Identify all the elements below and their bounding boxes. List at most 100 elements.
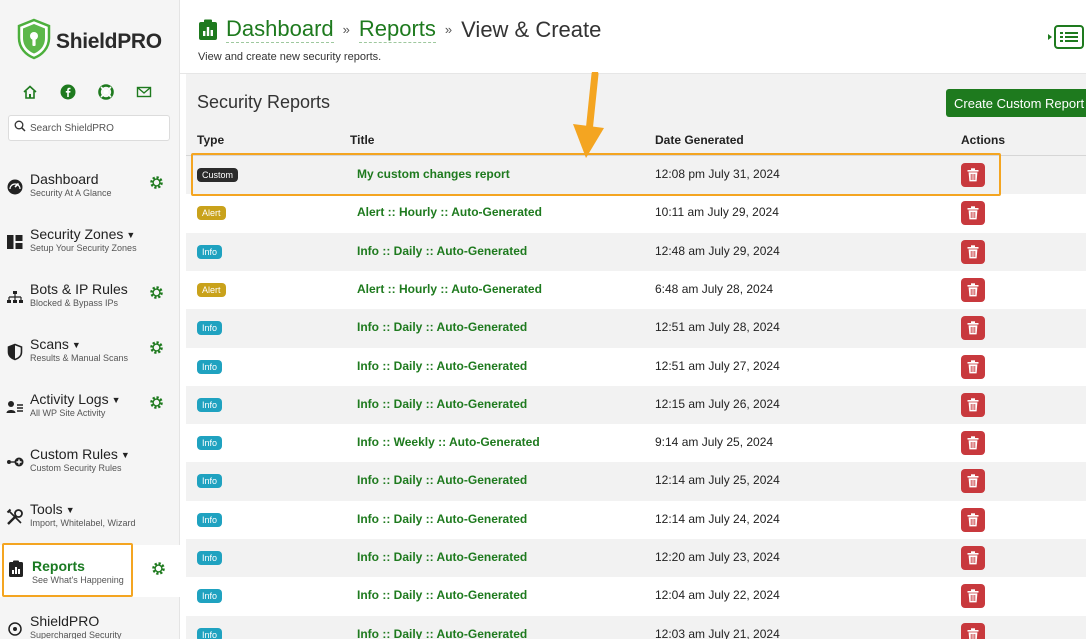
- caret-down-icon: ▼: [65, 505, 75, 515]
- delete-report-button[interactable]: [961, 277, 985, 302]
- nav-item-activity-logs[interactable]: Activity Logs ▼ All WP Site Activity: [0, 391, 180, 441]
- delete-report-button[interactable]: [961, 507, 985, 532]
- report-type-badge: Info: [197, 627, 223, 639]
- report-type-badge: Info: [197, 244, 223, 259]
- gear-icon[interactable]: [150, 560, 167, 577]
- delete-report-button[interactable]: [961, 469, 985, 494]
- delete-report-button[interactable]: [961, 201, 985, 226]
- trash-icon: [967, 589, 979, 603]
- report-title-link[interactable]: Info :: Daily :: Auto-Generated: [357, 359, 527, 373]
- gear-icon[interactable]: [148, 339, 165, 356]
- nav-item-security-zones[interactable]: Security Zones ▼ Setup Your Security Zone…: [0, 226, 180, 276]
- nav-label: Bots & IP Rules: [30, 281, 128, 297]
- trash-icon: [967, 474, 979, 488]
- page-subtitle: View and create new security reports.: [198, 51, 382, 63]
- nav-subtitle: Results & Manual Scans: [30, 353, 129, 363]
- nav-subtitle: All WP Site Activity: [30, 408, 106, 418]
- nav-item-scans[interactable]: Scans ▼ Results & Manual Scans: [0, 336, 180, 386]
- shield-pro-icon: [6, 620, 24, 638]
- facebook-icon[interactable]: [60, 84, 76, 100]
- column-header-actions: Actions: [961, 133, 1006, 147]
- report-title-link[interactable]: Info :: Daily :: Auto-Generated: [357, 320, 527, 334]
- gear-icon[interactable]: [148, 394, 165, 411]
- gear-icon[interactable]: [148, 174, 165, 191]
- delete-report-button[interactable]: [961, 316, 985, 341]
- trash-icon: [967, 436, 979, 450]
- breadcrumb-separator: »: [342, 22, 350, 37]
- report-title-link[interactable]: Alert :: Hourly :: Auto-Generated: [357, 282, 542, 296]
- menu-toggle-icon[interactable]: [1046, 24, 1086, 50]
- report-type-badge: Alert: [197, 282, 226, 297]
- home-icon[interactable]: [22, 84, 38, 100]
- table-row: Info Info :: Daily :: Auto-Generated 12:51…: [186, 347, 1086, 386]
- nav-subtitle: Custom Security Rules: [30, 463, 122, 473]
- report-type-badge: Info: [197, 512, 223, 527]
- delete-report-button[interactable]: [961, 431, 985, 456]
- search-box[interactable]: [8, 115, 170, 141]
- nav-item-custom-rules[interactable]: Custom Rules ▼ Custom Security Rules: [0, 446, 180, 496]
- caret-down-icon: ▼: [126, 230, 136, 240]
- delete-report-button[interactable]: [961, 392, 985, 417]
- caret-down-icon: ▼: [71, 340, 81, 350]
- report-title-link[interactable]: Info :: Daily :: Auto-Generated: [357, 550, 527, 564]
- report-date: 12:14 am July 25, 2024: [655, 473, 780, 488]
- report-type-badge: Info: [197, 359, 223, 374]
- trash-icon: [967, 551, 979, 565]
- report-title-link[interactable]: Info :: Daily :: Auto-Generated: [357, 588, 527, 602]
- quick-links: [22, 84, 152, 100]
- nav-item-shieldpro[interactable]: ShieldPRO Supercharged Security: [0, 613, 180, 639]
- delete-report-button[interactable]: [961, 239, 985, 264]
- report-date: 12:14 am July 24, 2024: [655, 511, 780, 526]
- envelope-icon[interactable]: [136, 84, 152, 100]
- nav-subtitle: Security At A Glance: [30, 188, 112, 198]
- shield-half-icon: [6, 343, 24, 361]
- report-type-badge: Info: [197, 589, 223, 604]
- nav-subtitle: Setup Your Security Zones: [30, 243, 137, 253]
- trash-icon: [967, 244, 979, 258]
- nav-item-bots-ip-rules[interactable]: Bots & IP Rules Blocked & Bypass IPs: [0, 281, 180, 331]
- report-title-link[interactable]: Info :: Daily :: Auto-Generated: [357, 627, 527, 639]
- sidebar: ShieldPRO Dashboard Security At A Glance: [0, 0, 180, 639]
- create-custom-report-button[interactable]: Create Custom Report: [946, 89, 1086, 117]
- report-title-link[interactable]: Info :: Daily :: Auto-Generated: [357, 473, 527, 487]
- report-date: 9:14 am July 25, 2024: [655, 435, 774, 450]
- report-type-badge: Info: [197, 321, 223, 336]
- delete-report-button[interactable]: [961, 622, 985, 639]
- report-date: 6:48 am July 28, 2024: [655, 281, 774, 296]
- nav-label: Tools ▼: [30, 501, 75, 517]
- breadcrumb: Dashboard » Reports » View & Create: [198, 16, 601, 43]
- nav-label: Custom Rules ▼: [30, 446, 130, 462]
- gear-icon[interactable]: [148, 284, 165, 301]
- delete-report-button[interactable]: [961, 354, 985, 379]
- report-title-link[interactable]: Info :: Daily :: Auto-Generated: [357, 512, 527, 526]
- column-header-type: Type: [197, 133, 225, 147]
- report-clipboard-icon: [198, 19, 218, 41]
- report-type-badge: Info: [197, 474, 223, 489]
- report-date: 12:48 am July 29, 2024: [655, 243, 780, 258]
- trash-icon: [967, 321, 979, 335]
- report-date: 12:20 am July 23, 2024: [655, 550, 780, 564]
- breadcrumb-dashboard-link[interactable]: Dashboard: [226, 16, 334, 43]
- caret-down-icon: ▼: [120, 450, 130, 460]
- column-header-title: Title: [350, 133, 375, 147]
- report-title-link[interactable]: Alert :: Hourly :: Auto-Generated: [357, 205, 542, 219]
- user-list-icon: [6, 398, 24, 416]
- search-input[interactable]: [30, 122, 160, 134]
- caret-down-icon: ▼: [111, 395, 121, 405]
- breadcrumb-reports-link[interactable]: Reports: [358, 16, 436, 43]
- nav-label: ShieldPRO: [30, 613, 100, 629]
- table-row: Info Info :: Daily :: Auto-Generated 12:20…: [186, 539, 1086, 578]
- report-type-badge: Info: [197, 436, 223, 451]
- lifebuoy-icon[interactable]: [98, 84, 114, 100]
- delete-report-button[interactable]: [961, 546, 985, 570]
- nav-item-dashboard[interactable]: Dashboard Security At A Glance: [0, 171, 180, 221]
- nav-subtitle: Blocked & Bypass IPs: [30, 298, 119, 308]
- report-date: 12:04 am July 22, 2024: [655, 588, 780, 603]
- table-row: Info Info :: Daily :: Auto-Generated 12:48…: [186, 232, 1086, 271]
- report-title-link[interactable]: Info :: Daily :: Auto-Generated: [357, 244, 527, 258]
- report-title-link[interactable]: Info :: Daily :: Auto-Generated: [357, 397, 527, 411]
- report-date: 10:11 am July 29, 2024: [655, 205, 779, 220]
- report-title-link[interactable]: Info :: Weekly :: Auto-Generated: [357, 435, 540, 449]
- brand-logo[interactable]: ShieldPRO: [16, 18, 162, 65]
- delete-report-button[interactable]: [961, 584, 985, 609]
